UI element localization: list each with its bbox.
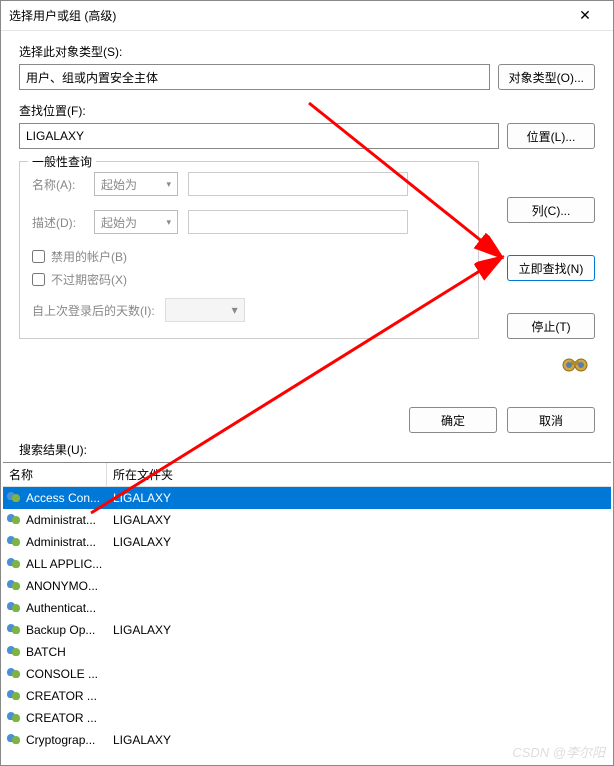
column-header-folder[interactable]: 所在文件夹 — [107, 463, 611, 486]
object-type-input[interactable]: 用户、组或内置安全主体 — [19, 64, 490, 90]
group-icon — [7, 711, 23, 725]
chevron-down-icon: ▾ — [166, 179, 171, 190]
group-icon — [7, 513, 23, 527]
list-item[interactable]: CONSOLE ... — [3, 663, 611, 685]
dialog-window: 选择用户或组 (高级) ✕ 选择此对象类型(S): 用户、组或内置安全主体 对象… — [0, 0, 614, 766]
chevron-down-icon: ▾ — [166, 217, 171, 228]
list-item[interactable]: Authenticat... — [3, 597, 611, 619]
item-name: Backup Op... — [26, 623, 95, 637]
checkbox-icon[interactable] — [32, 250, 45, 263]
item-folder: LIGALAXY — [107, 733, 611, 747]
item-name: Cryptograp... — [26, 733, 95, 747]
list-item[interactable]: BATCH — [3, 641, 611, 663]
location-label: 查找位置(F): — [19, 102, 595, 119]
group-icon — [7, 623, 23, 637]
item-name: ALL APPLIC... — [26, 557, 102, 571]
nonexpiring-password-checkbox[interactable]: 不过期密码(X) — [32, 271, 466, 288]
list-item[interactable]: Backup Op... LIGALAXY — [3, 619, 611, 641]
item-name: ANONYMO... — [26, 579, 98, 593]
days-combo[interactable]: ▾ — [165, 298, 245, 322]
name-input[interactable] — [188, 172, 408, 196]
item-folder: LIGALAXY — [107, 513, 611, 527]
location-input[interactable]: LIGALAXY — [19, 123, 499, 149]
cancel-button[interactable]: 取消 — [507, 407, 595, 433]
list-item[interactable]: Administrat... LIGALAXY — [3, 509, 611, 531]
item-name: CONSOLE ... — [26, 667, 98, 681]
list-item[interactable]: ANONYMO... — [3, 575, 611, 597]
group-icon — [7, 645, 23, 659]
list-item[interactable]: ALL APPLIC... — [3, 553, 611, 575]
item-name: Access Con... — [26, 491, 100, 505]
find-now-button[interactable]: 立即查找(N) — [507, 255, 595, 281]
window-title: 选择用户或组 (高级) — [9, 7, 565, 24]
dialog-buttons: 确定 取消 — [1, 399, 613, 441]
locations-button[interactable]: 位置(L)... — [507, 123, 595, 149]
binoculars-icon — [561, 351, 589, 379]
checkbox-icon[interactable] — [32, 273, 45, 286]
group-icon — [7, 535, 23, 549]
close-icon[interactable]: ✕ — [565, 7, 605, 24]
common-queries-fieldset: 一般性查询 名称(A): 起始为 ▾ 描述(D): 起始为 ▾ — [19, 161, 479, 339]
right-button-column: 列(C)... 立即查找(N) 停止(T) — [507, 197, 595, 339]
item-folder: LIGALAXY — [107, 535, 611, 549]
item-name: BATCH — [26, 645, 66, 659]
list-item[interactable]: Cryptograp... LIGALAXY — [3, 729, 611, 747]
desc-label: 描述(D): — [32, 214, 84, 231]
column-header-name[interactable]: 名称 — [3, 463, 107, 486]
item-name: CREATOR ... — [26, 711, 97, 725]
disabled-accounts-checkbox[interactable]: 禁用的帐户(B) — [32, 248, 466, 265]
ok-button[interactable]: 确定 — [409, 407, 497, 433]
stop-button[interactable]: 停止(T) — [507, 313, 595, 339]
group-icon — [7, 557, 23, 571]
object-type-label: 选择此对象类型(S): — [19, 43, 595, 60]
list-item[interactable]: CREATOR ... — [3, 685, 611, 707]
item-folder: LIGALAXY — [107, 623, 611, 637]
results-header: 名称 所在文件夹 — [3, 463, 611, 487]
results-label: 搜索结果(U): — [1, 441, 613, 462]
chevron-down-icon: ▾ — [232, 303, 238, 317]
desc-mode-combo[interactable]: 起始为 ▾ — [94, 210, 178, 234]
list-item[interactable]: Administrat... LIGALAXY — [3, 531, 611, 553]
group-icon — [7, 579, 23, 593]
columns-button[interactable]: 列(C)... — [507, 197, 595, 223]
item-name: CREATOR ... — [26, 689, 97, 703]
list-item[interactable]: Access Con... LIGALAXY — [3, 487, 611, 509]
object-types-button[interactable]: 对象类型(O)... — [498, 64, 595, 90]
group-icon — [7, 601, 23, 615]
fieldset-legend: 一般性查询 — [28, 153, 96, 170]
results-body[interactable]: Access Con... LIGALAXY Administrat... LIGAL… — [3, 487, 611, 747]
item-name: Administrat... — [26, 535, 96, 549]
item-folder: LIGALAXY — [107, 491, 611, 505]
name-label: 名称(A): — [32, 176, 84, 193]
group-icon — [7, 491, 23, 505]
group-icon — [7, 667, 23, 681]
titlebar: 选择用户或组 (高级) ✕ — [1, 1, 613, 31]
results-list: 名称 所在文件夹 Access Con...LIGALAXYAdministra… — [3, 462, 611, 747]
group-icon — [7, 733, 23, 747]
days-since-logon-label: 自上次登录后的天数(I): — [32, 302, 155, 319]
name-mode-combo[interactable]: 起始为 ▾ — [94, 172, 178, 196]
group-icon — [7, 689, 23, 703]
item-name: Authenticat... — [26, 601, 96, 615]
item-name: Administrat... — [26, 513, 96, 527]
desc-input[interactable] — [188, 210, 408, 234]
list-item[interactable]: CREATOR ... — [3, 707, 611, 729]
